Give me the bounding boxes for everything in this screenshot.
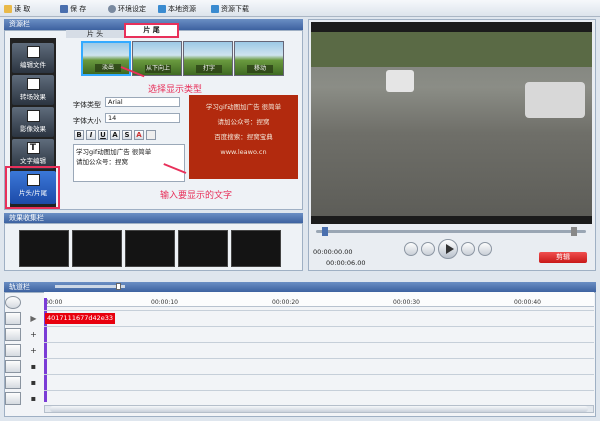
volume-button[interactable] xyxy=(478,242,492,256)
video-car xyxy=(525,82,585,118)
video-car xyxy=(386,70,414,92)
video-trees xyxy=(311,32,592,67)
expand-arrow-icon[interactable]: ▶ xyxy=(29,314,38,323)
font-type-label: 字体类型 xyxy=(73,101,101,109)
effect-thumb-typing[interactable]: 打字 xyxy=(183,41,233,76)
stop-button[interactable] xyxy=(404,242,418,256)
effect-track-icon[interactable] xyxy=(5,344,21,357)
font-color-button[interactable]: A xyxy=(110,130,120,140)
transition-icon xyxy=(26,78,40,90)
text-preview: 学习gif动图加广告 很简单 请加公众号：捏窝 百度搜索：捏窝宝典 www.le… xyxy=(189,95,298,179)
transition-track-icon[interactable] xyxy=(5,328,21,341)
gear-icon xyxy=(108,4,116,13)
effect-slot[interactable] xyxy=(231,230,281,267)
palette-icon[interactable] xyxy=(146,130,156,140)
track-divider xyxy=(44,358,594,359)
text-icon: T xyxy=(26,142,40,154)
track-divider xyxy=(44,310,594,311)
time-current: 00:00:00.00 xyxy=(313,248,353,256)
underline-button[interactable]: U xyxy=(98,130,108,140)
effect-slot[interactable] xyxy=(72,230,122,267)
video-frame xyxy=(311,22,592,224)
upload-icon xyxy=(158,4,166,13)
next-frame-button[interactable] xyxy=(461,242,475,256)
subtitle-track-icon[interactable] xyxy=(5,360,21,373)
font-size-label: 字体大小 xyxy=(73,117,101,125)
time-total: 00:00:06.00 xyxy=(326,259,366,267)
track-divider xyxy=(44,326,594,327)
side-edit-file[interactable]: 编辑文件 xyxy=(12,43,54,73)
tab-outro[interactable]: 片 尾 xyxy=(124,23,179,38)
effect-slot[interactable] xyxy=(125,230,175,267)
scrollbar-thumb[interactable] xyxy=(50,406,588,412)
text-input-area[interactable]: 学习gif动图加广告 很简单 请加公众号：捏窝 xyxy=(73,144,185,182)
env-settings-button[interactable]: 环境设定 xyxy=(108,3,146,14)
zoom-slider[interactable] xyxy=(55,285,125,288)
effect-slot[interactable] xyxy=(19,230,69,267)
effect-thumb-fade[interactable]: 淡出 xyxy=(81,41,131,76)
side-image-effect[interactable]: 影像效果 xyxy=(12,107,54,137)
music-track-icon[interactable] xyxy=(5,392,21,405)
progress-track[interactable] xyxy=(316,230,586,233)
lock-icon[interactable]: ▪ xyxy=(29,394,38,403)
italic-button[interactable]: I xyxy=(86,130,96,140)
tab-intro[interactable]: 片 头 xyxy=(66,30,124,38)
prev-frame-button[interactable] xyxy=(421,242,435,256)
annotation-select-type: 选择显示类型 xyxy=(148,85,203,95)
font-size-select[interactable]: 14 xyxy=(105,113,180,123)
tick-label: 00:00:20 xyxy=(272,299,299,306)
side-text-edit[interactable]: T 文字编辑 xyxy=(12,139,54,169)
folder-icon xyxy=(4,4,12,13)
play-button[interactable] xyxy=(438,239,458,259)
side-transition[interactable]: 转场效果 xyxy=(12,75,54,105)
lock-icon[interactable]: ▪ xyxy=(29,362,38,371)
effect-icon xyxy=(26,110,40,122)
download-resource-button[interactable]: 资源下载 xyxy=(211,3,249,14)
clip-button[interactable]: 剪辑 xyxy=(539,252,587,263)
tick-label: 00:00:10 xyxy=(151,299,178,306)
toolbar: 读 取 保 存 环境设定 本地资源 资源下载 xyxy=(0,0,600,17)
lock-icon[interactable]: ▪ xyxy=(29,378,38,387)
effect-slot[interactable] xyxy=(178,230,228,267)
shadow-button[interactable]: S xyxy=(122,130,132,140)
disk-icon xyxy=(60,4,68,13)
save-button[interactable]: 保 存 xyxy=(60,3,86,14)
intro-outro-icon xyxy=(26,174,40,186)
effects-header: 效果收集栏 xyxy=(4,213,303,223)
play-icon xyxy=(446,244,454,254)
timeline-clock-icon[interactable] xyxy=(5,296,21,309)
tick-label: 00:00:30 xyxy=(393,299,420,306)
download-icon xyxy=(211,4,219,13)
film-icon xyxy=(26,46,40,58)
time-ruler[interactable] xyxy=(44,292,594,307)
track-divider xyxy=(44,374,594,375)
bold-button[interactable]: B xyxy=(74,130,84,140)
tick-label: 00:00:40 xyxy=(514,299,541,306)
tick-label: 00:00 xyxy=(45,299,63,306)
effect-thumb-bottom-up[interactable]: 从下向上 xyxy=(132,41,182,76)
progress-end-handle[interactable] xyxy=(571,227,577,236)
effect-thumb-move[interactable]: 移动 xyxy=(234,41,284,76)
annotation-input-text: 输入要显示的文字 xyxy=(160,191,233,201)
zoom-handle[interactable] xyxy=(116,283,121,290)
add-icon[interactable]: + xyxy=(29,330,38,339)
track-divider xyxy=(44,390,594,391)
add-icon[interactable]: + xyxy=(29,346,38,355)
highlight-button[interactable]: A xyxy=(134,130,144,140)
progress-handle[interactable] xyxy=(322,227,328,236)
side-intro-outro[interactable]: 片头/片尾 xyxy=(10,171,56,204)
font-type-select[interactable]: Arial xyxy=(105,97,180,107)
read-button[interactable]: 读 取 xyxy=(4,3,30,14)
track-divider xyxy=(44,342,594,343)
video-track-icon[interactable] xyxy=(5,312,21,325)
video-clip[interactable]: 4017111677d42e33 xyxy=(45,313,115,324)
text-track-icon[interactable] xyxy=(5,376,21,389)
local-resource-button[interactable]: 本地资源 xyxy=(158,3,196,14)
